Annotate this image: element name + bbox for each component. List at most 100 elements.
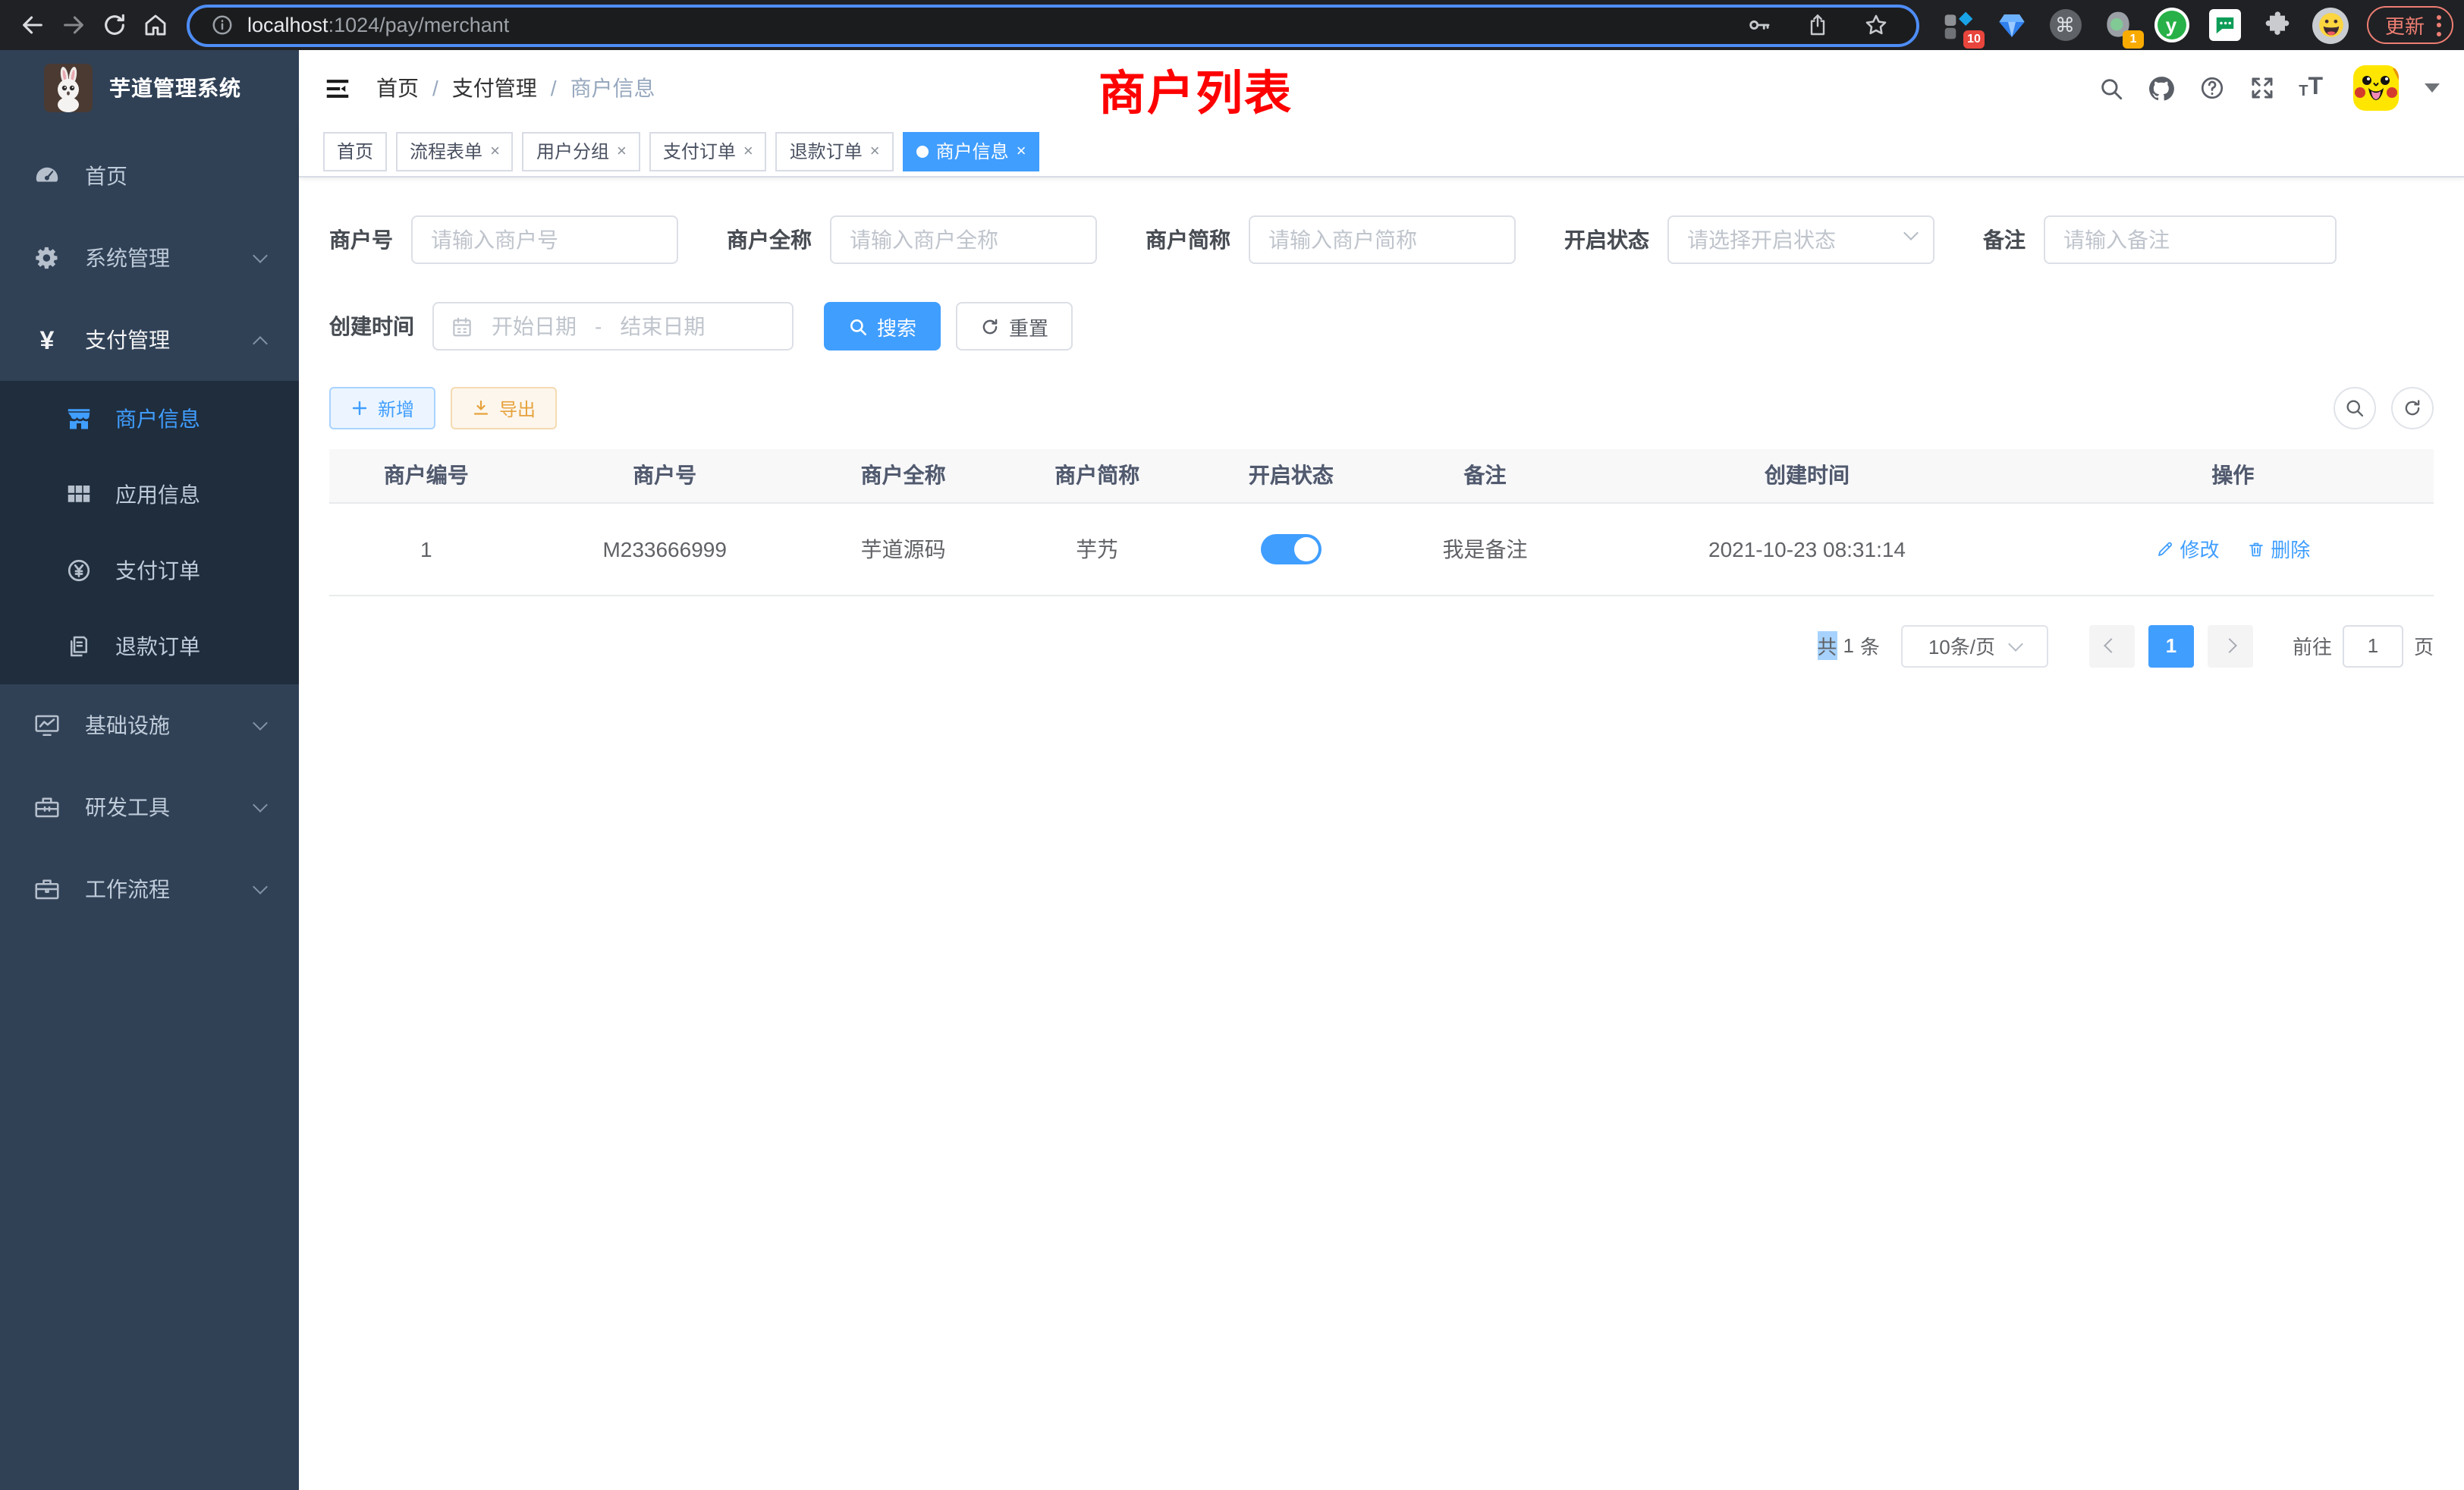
merchant-no-input[interactable]	[411, 215, 678, 264]
edit-link[interactable]: 修改	[2155, 534, 2219, 563]
full-name-input[interactable]	[830, 215, 1097, 264]
chevron-right-icon	[2223, 638, 2238, 653]
page-size-value: 10条/页	[1928, 631, 1995, 660]
sidebar-item-label: 支付管理	[85, 325, 170, 355]
table-header-row: 商户编号 商户号 商户全称 商户简称 开启状态 备注 创建时间 操作	[329, 449, 2434, 502]
reload-icon[interactable]	[94, 5, 135, 46]
goto-page-input[interactable]	[2343, 624, 2403, 667]
tab-close-icon[interactable]: ×	[617, 142, 627, 160]
url-bar[interactable]: localhost:1024/pay/merchant	[187, 4, 1919, 46]
back-icon[interactable]	[12, 5, 53, 46]
sidebar-item-label: 应用信息	[115, 479, 200, 510]
font-size-icon[interactable]: TT	[2299, 76, 2323, 100]
remark-input[interactable]	[2044, 215, 2337, 264]
cell-full-name: 芋道源码	[806, 502, 1001, 595]
calendar-icon	[451, 315, 473, 338]
prev-page-button[interactable]	[2089, 624, 2135, 667]
breadcrumb-home[interactable]: 首页	[376, 73, 419, 103]
col-full-name: 商户全称	[806, 449, 1001, 502]
header-search-icon[interactable]	[2098, 75, 2124, 101]
tab-home[interactable]: 首页	[323, 131, 387, 171]
page-size-select[interactable]: 10条/页	[1901, 624, 2048, 667]
search-button[interactable]: 搜索	[824, 302, 941, 350]
pagination-total: 共1条	[1817, 631, 1880, 660]
url-text[interactable]: localhost:1024/pay/merchant	[247, 14, 1746, 36]
refresh-table-button[interactable]	[2391, 387, 2434, 429]
status-select[interactable]	[1667, 215, 1934, 264]
tab-process-form[interactable]: 流程表单 ×	[396, 131, 514, 171]
add-button[interactable]: 新增	[329, 387, 435, 429]
circle-yen-icon	[62, 557, 96, 584]
app-logo[interactable]: 芋道管理系统	[0, 50, 299, 126]
sidebar-item-system[interactable]: 系统管理	[0, 217, 299, 299]
extension-blob-icon[interactable]: 1	[2100, 7, 2136, 43]
tab-merchant-info[interactable]: 商户信息 ×	[903, 131, 1040, 171]
tab-close-icon[interactable]: ×	[870, 142, 880, 160]
breadcrumb-current: 商户信息	[570, 73, 655, 103]
sidebar-item-pay-order[interactable]: 支付订单	[0, 533, 299, 608]
github-icon[interactable]	[2147, 74, 2176, 102]
status-toggle[interactable]	[1261, 533, 1322, 564]
pagination: 共1条 10条/页 1 前往 页	[329, 624, 2434, 667]
cell-merchant-id: 1	[329, 502, 523, 595]
help-icon[interactable]	[2198, 74, 2226, 102]
show-search-toggle-button[interactable]	[2334, 387, 2376, 429]
breadcrumb-payment[interactable]: 支付管理	[452, 73, 537, 103]
end-date-placeholder: 结束日期	[620, 311, 705, 341]
forward-icon[interactable]	[53, 5, 94, 46]
user-avatar[interactable]	[2353, 65, 2399, 111]
next-page-button[interactable]	[2208, 624, 2253, 667]
fullscreen-icon[interactable]	[2249, 74, 2276, 102]
dashboard-icon	[30, 162, 64, 190]
sidebar-item-refund-order[interactable]: 退款订单	[0, 608, 299, 684]
extension-cmd-icon[interactable]: ⌘	[2047, 7, 2083, 43]
breadcrumb-separator: /	[551, 76, 557, 100]
delete-link[interactable]: 删除	[2246, 534, 2310, 563]
sidebar-fold-icon[interactable]	[323, 74, 352, 102]
tab-close-icon[interactable]: ×	[743, 142, 753, 160]
refresh-icon	[2402, 398, 2423, 419]
extension-yudao-icon[interactable]: y	[2153, 7, 2189, 43]
password-key-icon[interactable]	[1746, 12, 1772, 38]
extension-chat-icon[interactable]	[2206, 7, 2242, 43]
user-menu-caret-icon[interactable]	[2425, 83, 2440, 93]
sidebar-item-home[interactable]: 首页	[0, 135, 299, 217]
col-status: 开启状态	[1194, 449, 1388, 502]
tab-pay-order[interactable]: 支付订单 ×	[649, 131, 767, 171]
tab-refund-order[interactable]: 退款订单 ×	[776, 131, 894, 171]
home-icon[interactable]	[135, 5, 176, 46]
sidebar-item-merchant-info[interactable]: 商户信息	[0, 381, 299, 457]
browser-update-button[interactable]: 更新	[2367, 6, 2453, 44]
extensions-puzzle-icon[interactable]	[2259, 7, 2296, 43]
date-range-picker[interactable]: 开始日期 - 结束日期	[432, 302, 794, 350]
site-info-icon[interactable]	[211, 14, 234, 36]
date-separator: -	[595, 314, 602, 338]
sidebar-item-app-info[interactable]: 应用信息	[0, 457, 299, 533]
col-created-at: 创建时间	[1582, 449, 2032, 502]
status-select-input[interactable]	[1667, 215, 1934, 264]
sidebar-item-label: 商户信息	[115, 404, 200, 434]
tab-label: 流程表单	[410, 138, 482, 164]
total-count: 1	[1843, 634, 1853, 657]
bookmark-star-icon[interactable]	[1863, 12, 1889, 38]
col-merchant-id: 商户编号	[329, 449, 523, 502]
browser-menu-icon[interactable]	[2437, 14, 2441, 36]
sidebar-item-label: 退款订单	[115, 631, 200, 662]
share-icon[interactable]	[1806, 12, 1830, 38]
sidebar-item-workflow[interactable]: 工作流程	[0, 848, 299, 930]
tab-close-icon[interactable]: ×	[490, 142, 500, 160]
tab-label: 退款订单	[790, 138, 863, 164]
export-button[interactable]: 导出	[451, 387, 557, 429]
tab-close-icon[interactable]: ×	[1017, 142, 1026, 160]
extension-gem-icon[interactable]	[1994, 7, 2030, 43]
profile-avatar-icon[interactable]	[2312, 7, 2349, 43]
extension-grid-icon[interactable]: 10	[1941, 7, 1977, 43]
short-name-input[interactable]	[1249, 215, 1516, 264]
sidebar-item-dev-tools[interactable]: 研发工具	[0, 766, 299, 848]
reset-button[interactable]: 重置	[956, 302, 1073, 350]
sidebar-item-infrastructure[interactable]: 基础设施	[0, 684, 299, 766]
cell-merchant-no: M233666999	[523, 502, 806, 595]
page-1-button[interactable]: 1	[2148, 624, 2194, 667]
tab-user-group[interactable]: 用户分组 ×	[523, 131, 640, 171]
sidebar-item-payment[interactable]: ¥ 支付管理	[0, 299, 299, 381]
